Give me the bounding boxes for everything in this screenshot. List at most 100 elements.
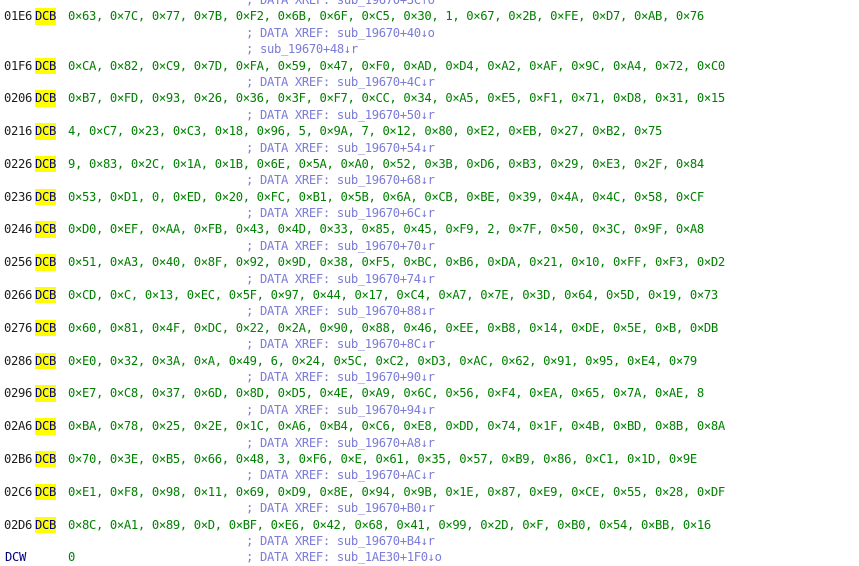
line-address[interactable]: 0246	[0, 221, 32, 237]
operands[interactable]: 0×E0, 0×32, 0×3A, 0×A, 0×49, 6, 0×24, 0×…	[68, 353, 697, 369]
xref-comment-line[interactable]: ; DATA XREF: sub_19670+8C↓r	[0, 336, 859, 352]
mnemonic-highlighted[interactable]: DCB	[35, 8, 56, 25]
operands[interactable]: 0×63, 0×7C, 0×77, 0×7B, 0×F2, 0×6B, 0×6F…	[68, 8, 704, 24]
operands[interactable]: 0×53, 0×D1, 0, 0×ED, 0×20, 0×FC, 0×B1, 0…	[68, 189, 704, 205]
xref-comment[interactable]: ; DATA XREF: sub_19670+94↓r	[246, 402, 435, 418]
xref-comment-line[interactable]: ; DATA XREF: sub_19670+90↓r	[0, 369, 859, 385]
xref-comment-line[interactable]: ; DATA XREF: sub_19670+A8↓r	[0, 435, 859, 451]
line-address[interactable]: 0236	[0, 189, 32, 205]
line-address[interactable]: 0296	[0, 385, 32, 401]
listing-line[interactable]: 01E6 DCB 0×63, 0×7C, 0×77, 0×7B, 0×F2, 0×6…	[0, 8, 859, 25]
line-address[interactable]: 0266	[0, 287, 32, 303]
xref-comment[interactable]: ; DATA XREF: sub_19670+6C↓r	[246, 205, 435, 221]
xref-comment-line[interactable]: ; DATA XREF: sub_19670+74↓r	[0, 271, 859, 287]
line-address[interactable]: 01E6	[0, 8, 32, 24]
line-address[interactable]: 0286	[0, 353, 32, 369]
operands[interactable]: 0×60, 0×81, 0×4F, 0×DC, 0×22, 0×2A, 0×90…	[68, 320, 718, 336]
listing-line[interactable]: 0266 DCB 0×CD, 0×C, 0×13, 0×EC, 0×5F, 0×97…	[0, 287, 859, 304]
listing-line[interactable]: 0286 DCB 0×E0, 0×32, 0×3A, 0×A, 0×49, 6, 0…	[0, 352, 859, 369]
xref-comment-line[interactable]: ; DATA XREF: sub_19670+94↓r	[0, 402, 859, 418]
xref-comment-line[interactable]: ; DATA XREF: sub_19670+68↓r	[0, 172, 859, 188]
xref-comment[interactable]: ; DATA XREF: sub_19670+68↓r	[246, 172, 435, 188]
operands[interactable]: 0×E1, 0×F8, 0×98, 0×11, 0×69, 0×D9, 0×8E…	[68, 484, 725, 500]
xref-comment-line[interactable]: ; DATA XREF: sub_19670+70↓r	[0, 238, 859, 254]
listing-line[interactable]: 0236 DCB 0×53, 0×D1, 0, 0×ED, 0×20, 0×FC, …	[0, 188, 859, 206]
xref-comment[interactable]: ; DATA XREF: sub_19670+8C↓r	[246, 336, 435, 352]
xref-comment[interactable]: ; DATA XREF: sub_1AE30+1F0↓o	[246, 549, 442, 565]
mnemonic-highlighted[interactable]: DCB	[35, 188, 56, 206]
mnemonic[interactable]: DCW	[5, 549, 26, 565]
mnemonic-highlighted[interactable]: DCB	[35, 57, 56, 74]
xref-comment-line[interactable]: ; sub_19670+48↓r	[0, 41, 859, 57]
mnemonic-highlighted[interactable]: DCB	[35, 319, 56, 337]
xref-comment[interactable]: ; DATA XREF: sub_19670+74↓r	[246, 271, 435, 287]
xref-comment[interactable]: ; sub_19670+48↓r	[246, 41, 358, 57]
disassembly-listing[interactable]: ; DATA XREF: sub_19670+3C↑o 01E6 DCB 0×63, …	[0, 0, 859, 566]
xref-comment-line[interactable]: ; DATA XREF: sub_19670+50↓r	[0, 107, 859, 123]
operands[interactable]: 0×D0, 0×EF, 0×AA, 0×FB, 0×43, 0×4D, 0×33…	[68, 221, 704, 237]
xref-comment[interactable]: ; DATA XREF: sub_19670+B0↓r	[246, 500, 435, 516]
xref-comment-line[interactable]: ; DATA XREF: sub_19670+54↓r	[0, 140, 859, 156]
xref-comment[interactable]: ; DATA XREF: sub_19670+50↓r	[246, 107, 435, 123]
xref-comment-line[interactable]: ; DATA XREF: sub_19670+3C↑o	[0, 0, 859, 8]
line-address[interactable]: 0206	[0, 90, 32, 106]
operands[interactable]: 0×B7, 0×FD, 0×93, 0×26, 0×36, 0×3F, 0×F7…	[68, 90, 725, 106]
listing-line[interactable]: 02C6 DCB 0×E1, 0×F8, 0×98, 0×11, 0×69, 0×D…	[0, 483, 859, 501]
operands[interactable]: 0×51, 0×A3, 0×40, 0×8F, 0×92, 0×9D, 0×38…	[68, 254, 725, 270]
listing-line[interactable]: 01F6 DCB 0×CA, 0×82, 0×C9, 0×7D, 0×FA, 0×5…	[0, 57, 859, 74]
listing-line[interactable]: DCW 0 ; DATA XREF: sub_1AE30+1F0↓o	[0, 549, 859, 565]
xref-comment[interactable]: ; DATA XREF: sub_19670+AC↓r	[246, 467, 435, 483]
xref-comment[interactable]: ; DATA XREF: sub_19670+A8↓r	[246, 435, 435, 451]
mnemonic-highlighted[interactable]: DCB	[35, 221, 56, 238]
listing-line[interactable]: 0216 DCB 4, 0×C7, 0×23, 0×C3, 0×18, 0×96, …	[0, 123, 859, 140]
xref-comment[interactable]: ; DATA XREF: sub_19670+70↓r	[246, 238, 435, 254]
operands[interactable]: 9, 0×83, 0×2C, 0×1A, 0×1B, 0×6E, 0×5A, 0…	[68, 156, 704, 172]
operands[interactable]: 0×CD, 0×C, 0×13, 0×EC, 0×5F, 0×97, 0×44,…	[68, 287, 718, 303]
line-address[interactable]: 0216	[0, 123, 32, 139]
line-address[interactable]: 0256	[0, 254, 32, 270]
xref-comment[interactable]: ; DATA XREF: sub_19670+88↓r	[246, 303, 435, 319]
mnemonic-highlighted[interactable]: DCB	[35, 483, 56, 501]
operands[interactable]: 4, 0×C7, 0×23, 0×C3, 0×18, 0×96, 5, 0×9A…	[68, 123, 662, 139]
listing-line[interactable]: 0276 DCB 0×60, 0×81, 0×4F, 0×DC, 0×22, 0×2…	[0, 319, 859, 337]
line-address[interactable]: 0276	[0, 320, 32, 336]
mnemonic-highlighted[interactable]: DCB	[35, 516, 56, 533]
xref-comment-line[interactable]: ; DATA XREF: sub_19670+88↓r	[0, 303, 859, 319]
operands[interactable]: 0×8C, 0×A1, 0×89, 0×D, 0×BF, 0×E6, 0×42,…	[68, 517, 711, 533]
line-address[interactable]: 02D6	[0, 517, 32, 533]
listing-line[interactable]: 0246 DCB 0×D0, 0×EF, 0×AA, 0×FB, 0×43, 0×4…	[0, 221, 859, 238]
xref-comment[interactable]: ; DATA XREF: sub_19670+B4↓r	[246, 533, 435, 549]
mnemonic-highlighted[interactable]: DCB	[35, 418, 56, 435]
listing-line[interactable]: 0256 DCB 0×51, 0×A3, 0×40, 0×8F, 0×92, 0×9…	[0, 254, 859, 271]
mnemonic-highlighted[interactable]: DCB	[35, 155, 56, 173]
xref-comment[interactable]: ; DATA XREF: sub_19670+3C↑o	[246, 0, 435, 8]
operands[interactable]: 0×BA, 0×78, 0×25, 0×2E, 0×1C, 0×A6, 0×B4…	[68, 418, 725, 434]
operands[interactable]: 0×E7, 0×C8, 0×37, 0×6D, 0×8D, 0×D5, 0×4E…	[68, 385, 704, 401]
xref-comment-line[interactable]: ; DATA XREF: sub_19670+6C↓r	[0, 205, 859, 221]
xref-comment[interactable]: ; DATA XREF: sub_19670+54↓r	[246, 140, 435, 156]
line-address[interactable]: 02A6	[0, 418, 32, 434]
line-address[interactable]: 01F6	[0, 58, 32, 74]
operands[interactable]: 0×CA, 0×82, 0×C9, 0×7D, 0×FA, 0×59, 0×47…	[68, 58, 725, 74]
mnemonic-highlighted[interactable]: DCB	[35, 450, 56, 468]
operands[interactable]: 0×70, 0×3E, 0×B5, 0×66, 0×48, 3, 0×F6, 0…	[68, 451, 697, 467]
mnemonic-highlighted[interactable]: DCB	[35, 287, 56, 304]
xref-comment[interactable]: ; DATA XREF: sub_19670+40↓o	[246, 25, 435, 41]
listing-line[interactable]: 02D6 DCB 0×8C, 0×A1, 0×89, 0×D, 0×BF, 0×E6…	[0, 516, 859, 533]
listing-line[interactable]: 02B6 DCB 0×70, 0×3E, 0×B5, 0×66, 0×48, 3, …	[0, 450, 859, 468]
xref-comment-line[interactable]: ; DATA XREF: sub_19670+AC↓r	[0, 467, 859, 483]
line-address[interactable]: 02C6	[0, 484, 32, 500]
line-address[interactable]: 0226	[0, 156, 32, 172]
listing-line[interactable]: 02A6 DCB 0×BA, 0×78, 0×25, 0×2E, 0×1C, 0×A…	[0, 418, 859, 435]
line-address[interactable]: 02B6	[0, 451, 32, 467]
listing-line[interactable]: 0226 DCB 9, 0×83, 0×2C, 0×1A, 0×1B, 0×6E, …	[0, 155, 859, 173]
mnemonic-highlighted[interactable]: DCB	[35, 254, 56, 271]
mnemonic-highlighted[interactable]: DCB	[35, 123, 56, 140]
xref-comment[interactable]: ; DATA XREF: sub_19670+4C↓r	[246, 74, 435, 90]
xref-comment[interactable]: ; DATA XREF: sub_19670+90↓r	[246, 369, 435, 385]
xref-comment-line[interactable]: ; DATA XREF: sub_19670+B0↓r	[0, 500, 859, 516]
xref-comment-line[interactable]: ; DATA XREF: sub_19670+40↓o	[0, 25, 859, 41]
mnemonic-highlighted[interactable]: DCB	[35, 385, 56, 402]
mnemonic-highlighted[interactable]: DCB	[35, 90, 56, 107]
operands[interactable]: 0	[68, 549, 75, 565]
